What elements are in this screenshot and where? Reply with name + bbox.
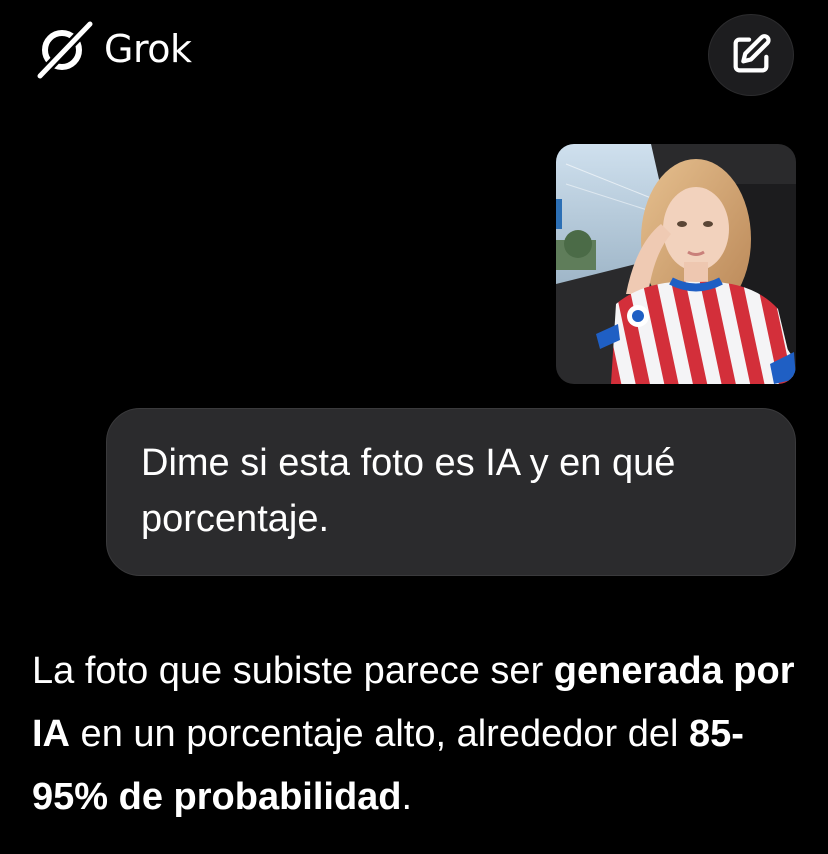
user-message-text: Dime si esta foto es IA y en qué porcent… [141,442,676,540]
assistant-message: La foto que subiste parece ser generada … [32,640,812,829]
assistant-text-1: La foto que subiste parece ser [32,650,554,692]
attached-photo-thumbnail [556,144,796,384]
grok-logo-icon [35,19,95,80]
app-header: Grok [0,0,828,110]
assistant-text-2: en un porcentaje alto, alrededor del [70,713,689,755]
user-message-bubble[interactable]: Dime si esta foto es IA y en qué porcent… [106,408,796,576]
app-name: Grok [104,27,192,71]
new-chat-button[interactable] [708,14,794,96]
edit-icon [733,34,771,73]
assistant-text-3: . [401,776,413,818]
app-logo: Grok [32,18,192,80]
chat-screen: Grok Dime si esta foto es IA y en qué po… [0,0,828,854]
attached-photo[interactable] [556,144,796,384]
